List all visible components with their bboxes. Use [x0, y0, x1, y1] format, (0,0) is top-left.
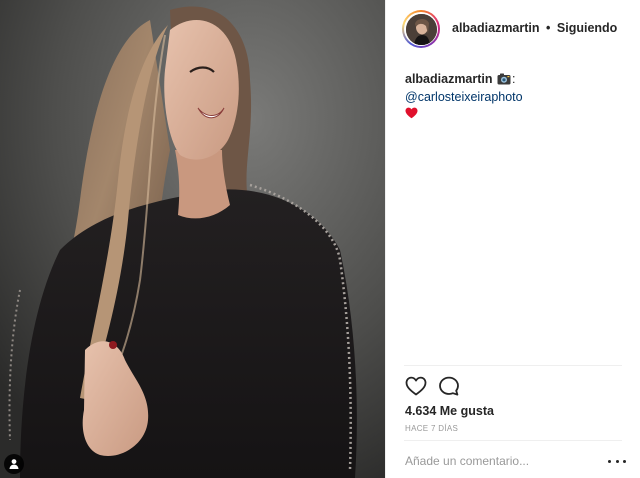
- caption-username-link[interactable]: albadiazmartin: [405, 72, 493, 86]
- username-link[interactable]: albadiazmartin: [452, 21, 540, 35]
- comment-input[interactable]: [405, 451, 605, 471]
- post-timestamp[interactable]: HACE 7 DÍAS: [405, 424, 458, 433]
- more-options-icon[interactable]: [608, 454, 626, 468]
- post-photo[interactable]: [0, 0, 385, 478]
- caption-colon: :: [512, 72, 516, 86]
- like-count[interactable]: 4.634 Me gusta: [405, 404, 494, 418]
- like-heart-icon[interactable]: [405, 376, 427, 396]
- post-side-panel: albadiazmartin • Siguiendo albadiazmarti…: [385, 0, 640, 478]
- divider: [404, 440, 622, 441]
- camera-icon: [497, 73, 511, 89]
- mention-link[interactable]: @carlosteixeiraphoto: [405, 90, 523, 104]
- comment-bubble-icon[interactable]: [438, 376, 460, 396]
- red-heart-icon: [405, 107, 630, 123]
- post-photo-image: [0, 0, 385, 478]
- story-ring[interactable]: [402, 10, 440, 48]
- tagged-people-icon[interactable]: [4, 454, 24, 474]
- avatar[interactable]: [405, 13, 437, 45]
- instagram-post: albadiazmartin • Siguiendo albadiazmarti…: [0, 0, 640, 478]
- following-button[interactable]: Siguiendo: [557, 21, 617, 35]
- post-caption: albadiazmartin : @carlosteixeiraphoto: [405, 71, 630, 123]
- divider: [404, 365, 622, 366]
- post-header: albadiazmartin • Siguiendo: [386, 0, 640, 60]
- separator-dot: •: [546, 21, 551, 35]
